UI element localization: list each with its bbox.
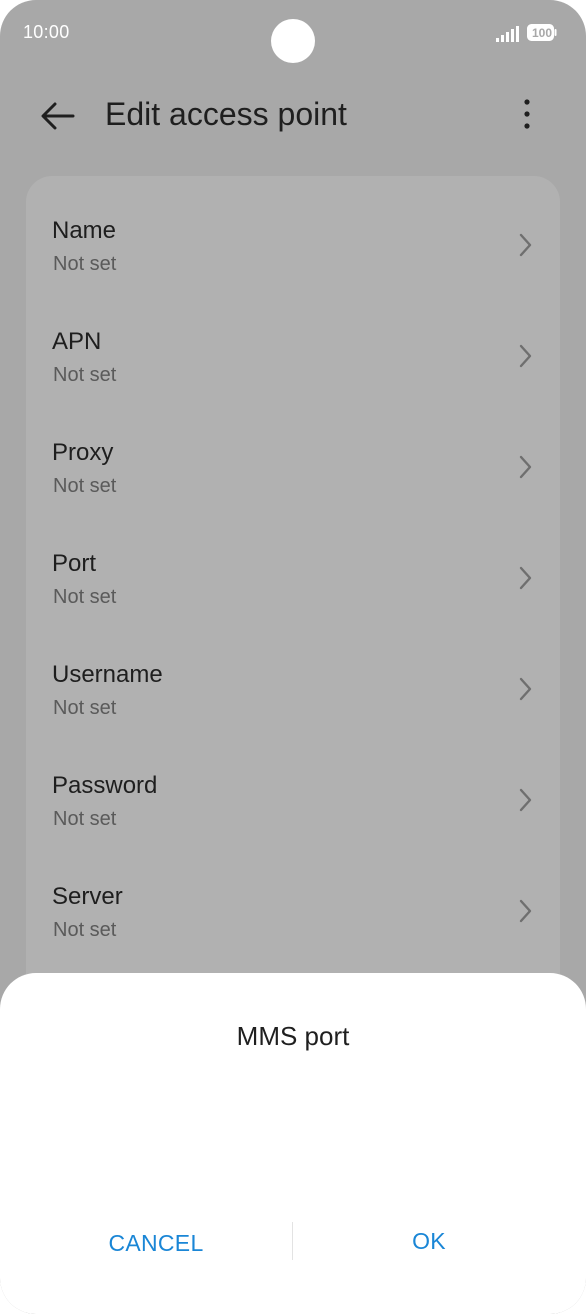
setting-row-port[interactable]: Port Not set xyxy=(26,509,560,620)
setting-title: Proxy xyxy=(52,439,114,466)
chevron-right-icon xyxy=(519,788,532,812)
setting-row-proxy[interactable]: Proxy Not set xyxy=(26,398,560,509)
app-header: Edit access point xyxy=(0,80,586,150)
arrow-left-icon xyxy=(41,102,75,130)
setting-row-server[interactable]: Server Not set xyxy=(26,842,560,953)
chevron-right-icon xyxy=(519,455,532,479)
status-bar: 10:00 100 xyxy=(0,0,586,66)
chevron-right-icon xyxy=(519,677,532,701)
setting-title: APN xyxy=(52,328,102,355)
more-vertical-icon xyxy=(524,99,530,129)
setting-value: Not set xyxy=(53,364,117,386)
chevron-right-icon xyxy=(519,566,532,590)
signal-icon xyxy=(496,26,519,42)
chevron-right-icon xyxy=(519,899,532,923)
setting-value: Not set xyxy=(53,808,117,830)
setting-value: Not set xyxy=(53,919,117,941)
setting-row-name[interactable]: Name Not set xyxy=(26,176,560,287)
chevron-right-icon xyxy=(519,233,532,257)
more-options-button[interactable] xyxy=(508,94,546,138)
dialog-input-field[interactable] xyxy=(40,1073,546,1153)
back-button[interactable] xyxy=(34,94,82,138)
phone-screen: 10:00 100 Edit access point Name Not set… xyxy=(0,0,586,1314)
battery-level: 100 xyxy=(531,26,553,40)
mms-port-dialog: MMS port CANCEL OK xyxy=(0,973,586,1314)
setting-title: Username xyxy=(52,661,163,688)
ok-button[interactable]: OK xyxy=(293,1216,565,1266)
setting-value: Not set xyxy=(53,697,117,719)
cancel-button[interactable]: CANCEL xyxy=(10,1218,302,1268)
setting-title: Server xyxy=(52,883,123,910)
setting-title: Name xyxy=(52,217,117,244)
setting-row-apn[interactable]: APN Not set xyxy=(26,287,560,398)
setting-value: Not set xyxy=(53,253,117,275)
setting-row-username[interactable]: Username Not set xyxy=(26,620,560,731)
setting-value: Not set xyxy=(53,586,117,608)
setting-row-password[interactable]: Password Not set xyxy=(26,731,560,842)
front-camera xyxy=(271,19,315,63)
setting-value: Not set xyxy=(53,475,117,497)
setting-title: Password xyxy=(52,772,158,799)
setting-title: Port xyxy=(52,550,97,577)
page-title: Edit access point xyxy=(105,96,347,132)
chevron-right-icon xyxy=(519,344,532,368)
dialog-title: MMS port xyxy=(236,1021,350,1051)
status-time: 10:00 xyxy=(23,22,70,42)
